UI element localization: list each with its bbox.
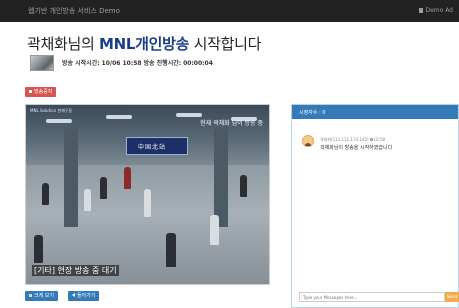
- message-author: 곽채화(111.111.174.142): [320, 137, 369, 142]
- brand-link[interactable]: 웹기반 개인방송 서비스 Demo: [28, 6, 120, 16]
- video-person: [210, 215, 219, 245]
- broadcaster-thumbnail: [30, 55, 54, 71]
- message-time: 10:58: [373, 137, 386, 142]
- go-back-button[interactable]: 돌아가기: [68, 291, 100, 301]
- video-player[interactable]: 中国北站 MNL Solution 현재구동 현재 곽채화 님이 방송 중 [기…: [25, 104, 270, 285]
- title-accent: MNL개인방송: [98, 35, 190, 53]
- view-large-label: 크게 보기: [34, 293, 54, 299]
- viewer-count: 시청자수 : 0: [299, 110, 326, 116]
- video-person: [84, 189, 91, 211]
- video-osd-top-left: MNL Solution 현재구동: [30, 108, 73, 113]
- chat-message-input[interactable]: [299, 292, 445, 302]
- send-button[interactable]: Send: [445, 292, 459, 302]
- video-pillar: [64, 127, 78, 227]
- user-avatar-icon: [302, 135, 314, 147]
- video-ceiling-light: [176, 113, 202, 117]
- video-ceiling-light: [46, 119, 72, 123]
- video-ceiling: [26, 105, 269, 165]
- clock-icon: [369, 138, 373, 141]
- chat-panel-header: 시청자수 : 0: [292, 105, 458, 119]
- search-icon: [29, 294, 32, 297]
- title-suffix: 시작합니다: [189, 35, 262, 53]
- start-time-label: 방송 시작시간:: [62, 60, 100, 67]
- top-navbar: 웹기반 개인방송 서비스 Demo Demo Ad: [0, 0, 459, 22]
- arrow-left-icon: [72, 293, 75, 297]
- video-person: [34, 235, 43, 263]
- video-person: [42, 183, 49, 205]
- video-person: [100, 177, 107, 199]
- video-osd-top-right: 현재 곽채화 님이 방송 중: [200, 120, 263, 127]
- video-ceiling-light: [106, 115, 132, 119]
- message-meta: 곽채화(111.111.174.142) 10:58: [320, 137, 385, 143]
- video-caption: [기타] 현장 방송 중 대기: [32, 265, 119, 276]
- video-station-sign-text: 中国北站: [138, 144, 167, 151]
- video-person: [144, 189, 151, 217]
- nav-right-label: Demo Ad: [425, 7, 453, 14]
- page-title: 곽채화님의 MNL개인방송 시작합니다: [27, 33, 261, 54]
- elapsed-time-value: 00:00:04: [183, 60, 213, 67]
- video-pillar: [214, 127, 228, 227]
- start-time-value: 10/06 10:58: [101, 60, 142, 67]
- stop-broadcast-label: 방송중지: [34, 89, 53, 95]
- go-back-label: 돌아가기: [77, 293, 96, 299]
- video-person: [124, 167, 131, 189]
- view-large-button[interactable]: 크게 보기: [25, 291, 58, 301]
- stop-broadcast-button[interactable]: 방송중지: [25, 87, 57, 97]
- broadcast-info: 방송 시작시간: 10/06 10:58 방송 진행시간: 00:00:04: [62, 58, 213, 67]
- chat-panel: 시청자수 : 0 곽채화(111.111.174.142) 10:58 곽채화님이…: [291, 104, 459, 308]
- stop-icon: [29, 90, 32, 93]
- video-person: [240, 175, 247, 197]
- message-text: 곽채화님이 방송을 시작하였습니다: [320, 145, 393, 151]
- document-icon: [419, 8, 424, 13]
- nav-right-link[interactable]: Demo Ad: [419, 7, 453, 14]
- elapsed-time-label: 방송 진행시간:: [143, 60, 182, 67]
- title-name: 곽채화님의: [27, 35, 99, 53]
- video-person: [166, 233, 176, 267]
